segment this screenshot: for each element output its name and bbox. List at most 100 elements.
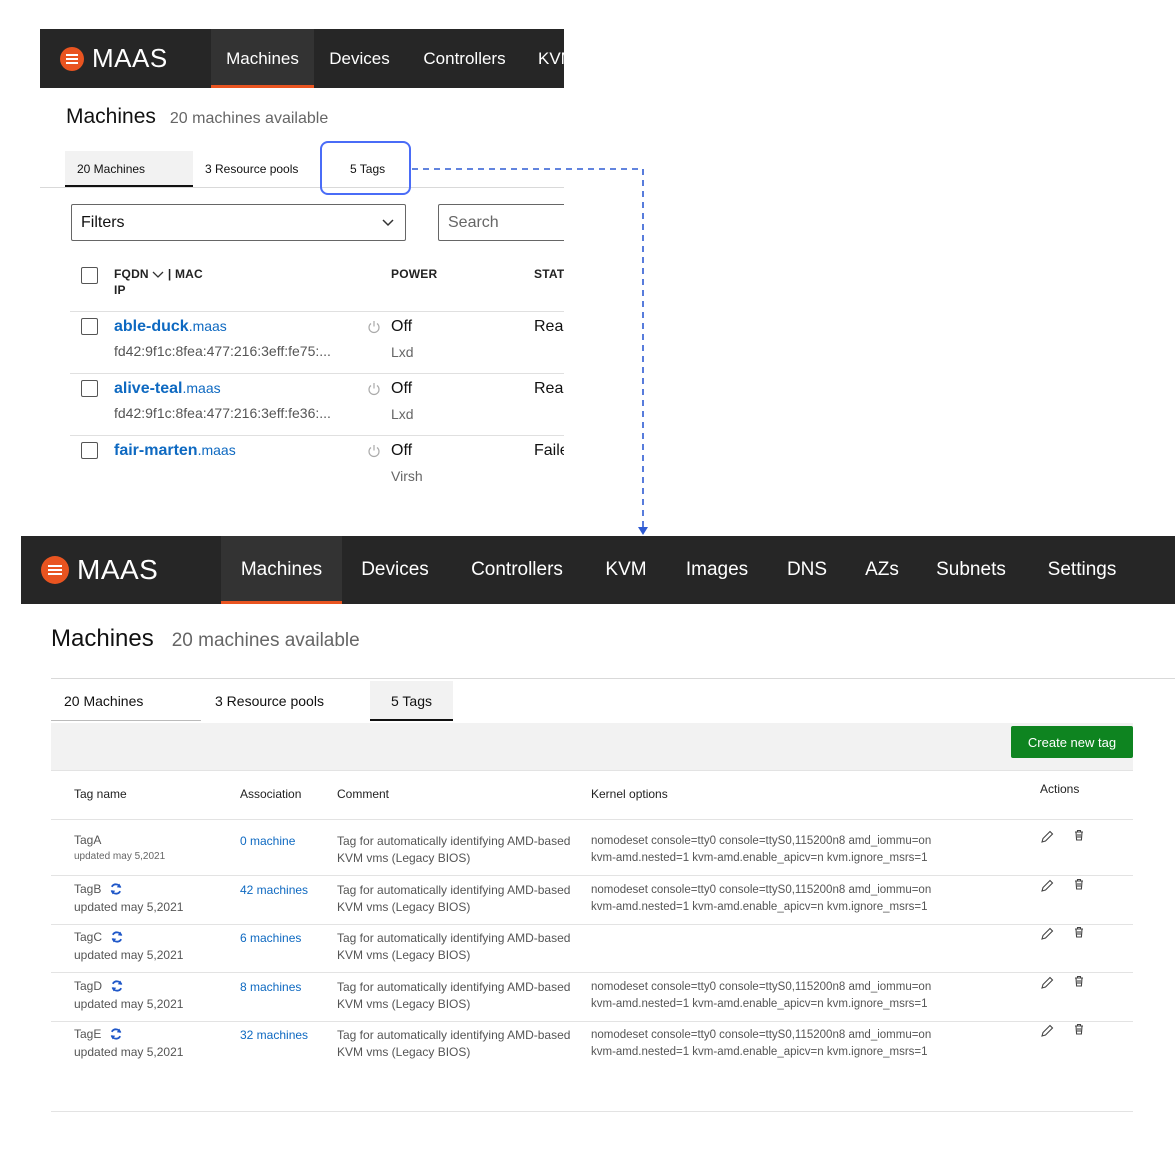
tag-kernel-options-line1: nomodeset console=tty0 console=ttyS0,115… [591,1029,932,1041]
nav-controllers[interactable]: Controllers [412,29,517,88]
column-ip: IP [114,283,126,297]
tag-name-label: TagC [74,930,103,944]
tag-updated: updated may 5,2021 [74,851,166,862]
row-divider [51,972,1133,973]
nav-images[interactable]: Images [679,536,755,604]
tab-resource-pools[interactable]: 3 Resource pools [215,681,345,721]
tab-tags[interactable]: 5 Tags [370,681,453,721]
column-kernel-options[interactable]: Kernel options [591,787,668,801]
delete-icon[interactable] [1071,973,1087,989]
edit-icon[interactable] [1039,1023,1055,1039]
filters-dropdown[interactable]: Filters [71,204,406,241]
column-tag-name[interactable]: Tag name [74,787,127,801]
machine-domain: .maas [197,442,236,458]
tabs-divider [40,187,564,188]
nav-controllers[interactable]: Controllers [461,536,573,604]
tag-name[interactable]: TagC [74,930,124,944]
nav-devices[interactable]: Devices [322,29,397,88]
power-state: Off [391,442,413,459]
column-power[interactable]: POWER [391,267,437,281]
machine-checkbox[interactable] [81,380,98,397]
machine-fqdn-link[interactable]: alive-teal.maas [114,380,221,398]
maas-logo[interactable]: MAAS [60,29,168,88]
delete-icon[interactable] [1071,876,1087,892]
machine-name: alive-teal [114,380,183,397]
edit-icon[interactable] [1039,975,1055,991]
column-association[interactable]: Association [240,787,301,801]
machine-status: Faile [534,442,564,459]
tab-machines[interactable]: 20 Machines [65,151,193,187]
tab-machines[interactable]: 20 Machines [51,681,201,721]
delete-icon[interactable] [1071,924,1087,940]
tag-association-link[interactable]: 42 machines [240,883,308,897]
tag-name[interactable]: TagD [74,979,124,993]
delete-icon[interactable] [1071,1021,1087,1037]
row-divider [70,311,564,312]
power-icon [368,321,380,334]
machines-available: 20 machines available [171,630,360,651]
row-divider [70,435,564,436]
nav-azs[interactable]: AZs [857,536,907,604]
nav-machines[interactable]: Machines [221,536,342,604]
top-navbar: MAAS Machines Devices Controllers KVM [40,29,564,88]
tag-association-link[interactable]: 6 machines [240,931,301,945]
maas-logo[interactable]: MAAS [41,536,158,604]
tag-kernel-options-line2: kvm-amd.nested=1 kvm-amd.enable_apicv=n … [591,901,928,913]
page-heading: Machines 20 machines available [51,625,360,653]
power-type: Virsh [391,468,423,481]
power-type: Lxd [391,406,414,422]
menu-logo-icon [60,46,84,71]
row-divider [70,373,564,374]
tag-comment: Tag for automatically identifying AMD-ba… [337,883,571,914]
tag-comment: Tag for automatically identifying AMD-ba… [337,980,571,1011]
tag-name[interactable]: TagA [74,833,101,847]
machine-name: fair-marten [114,442,198,459]
tag-kernel-options-line1: nomodeset console=tty0 console=ttyS0,115… [591,981,932,993]
delete-icon[interactable] [1071,827,1087,843]
edit-icon[interactable] [1039,829,1055,845]
tags-toolbar [51,723,1133,771]
tag-name-label: TagB [74,882,102,896]
edit-icon[interactable] [1039,878,1055,894]
nav-settings[interactable]: Settings [1038,536,1126,604]
search-input[interactable]: Search [438,204,564,241]
tags-panel: MAAS Machines Devices Controllers KVM Im… [21,536,1175,1166]
nav-machines[interactable]: Machines [211,29,314,88]
sync-icon [110,979,124,993]
create-new-tag-button[interactable]: Create new tag [1011,726,1133,758]
column-comment[interactable]: Comment [337,787,389,801]
machine-domain: .maas [182,380,221,396]
tag-name-label: TagD [74,979,103,993]
nav-kvm[interactable]: KVM [534,29,564,88]
tag-updated: updated may 5,2021 [74,1045,184,1059]
power-icon [368,383,380,396]
row-divider [51,875,1133,876]
machine-fqdn-link[interactable]: able-duck.maas [114,318,227,336]
nav-devices[interactable]: Devices [351,536,439,604]
tag-kernel-options-line2: kvm-amd.nested=1 kvm-amd.enable_apicv=n … [591,852,928,864]
tag-comment: Tag for automatically identifying AMD-ba… [337,931,571,962]
nav-subnets[interactable]: Subnets [929,536,1013,604]
tab-resource-pools[interactable]: 3 Resource pools [205,151,315,187]
tag-kernel-options-line2: kvm-amd.nested=1 kvm-amd.enable_apicv=n … [591,998,928,1010]
tag-name[interactable]: TagE [74,1027,123,1041]
column-fqdn[interactable]: FQDN | MAC [114,267,203,282]
tag-association-link[interactable]: 32 machines [240,1028,308,1042]
sync-icon [109,1027,123,1041]
edit-icon[interactable] [1039,926,1055,942]
select-all-checkbox[interactable] [81,267,98,284]
machine-checkbox[interactable] [81,442,98,459]
tag-association-link[interactable]: 0 machine [240,834,295,848]
page-title: Machines [66,105,156,128]
sync-icon [110,930,124,944]
column-status[interactable]: STATU [534,267,564,281]
machine-fqdn-link[interactable]: fair-marten.maas [114,442,236,460]
brand-name: MAAS [92,43,168,73]
nav-dns[interactable]: DNS [779,536,835,604]
machine-checkbox[interactable] [81,318,98,335]
brand-name: MAAS [77,554,159,585]
tag-association-link[interactable]: 8 machines [240,980,301,994]
nav-kvm[interactable]: KVM [599,536,653,604]
tag-name[interactable]: TagB [74,882,123,896]
tags-tab-highlight [320,141,411,195]
